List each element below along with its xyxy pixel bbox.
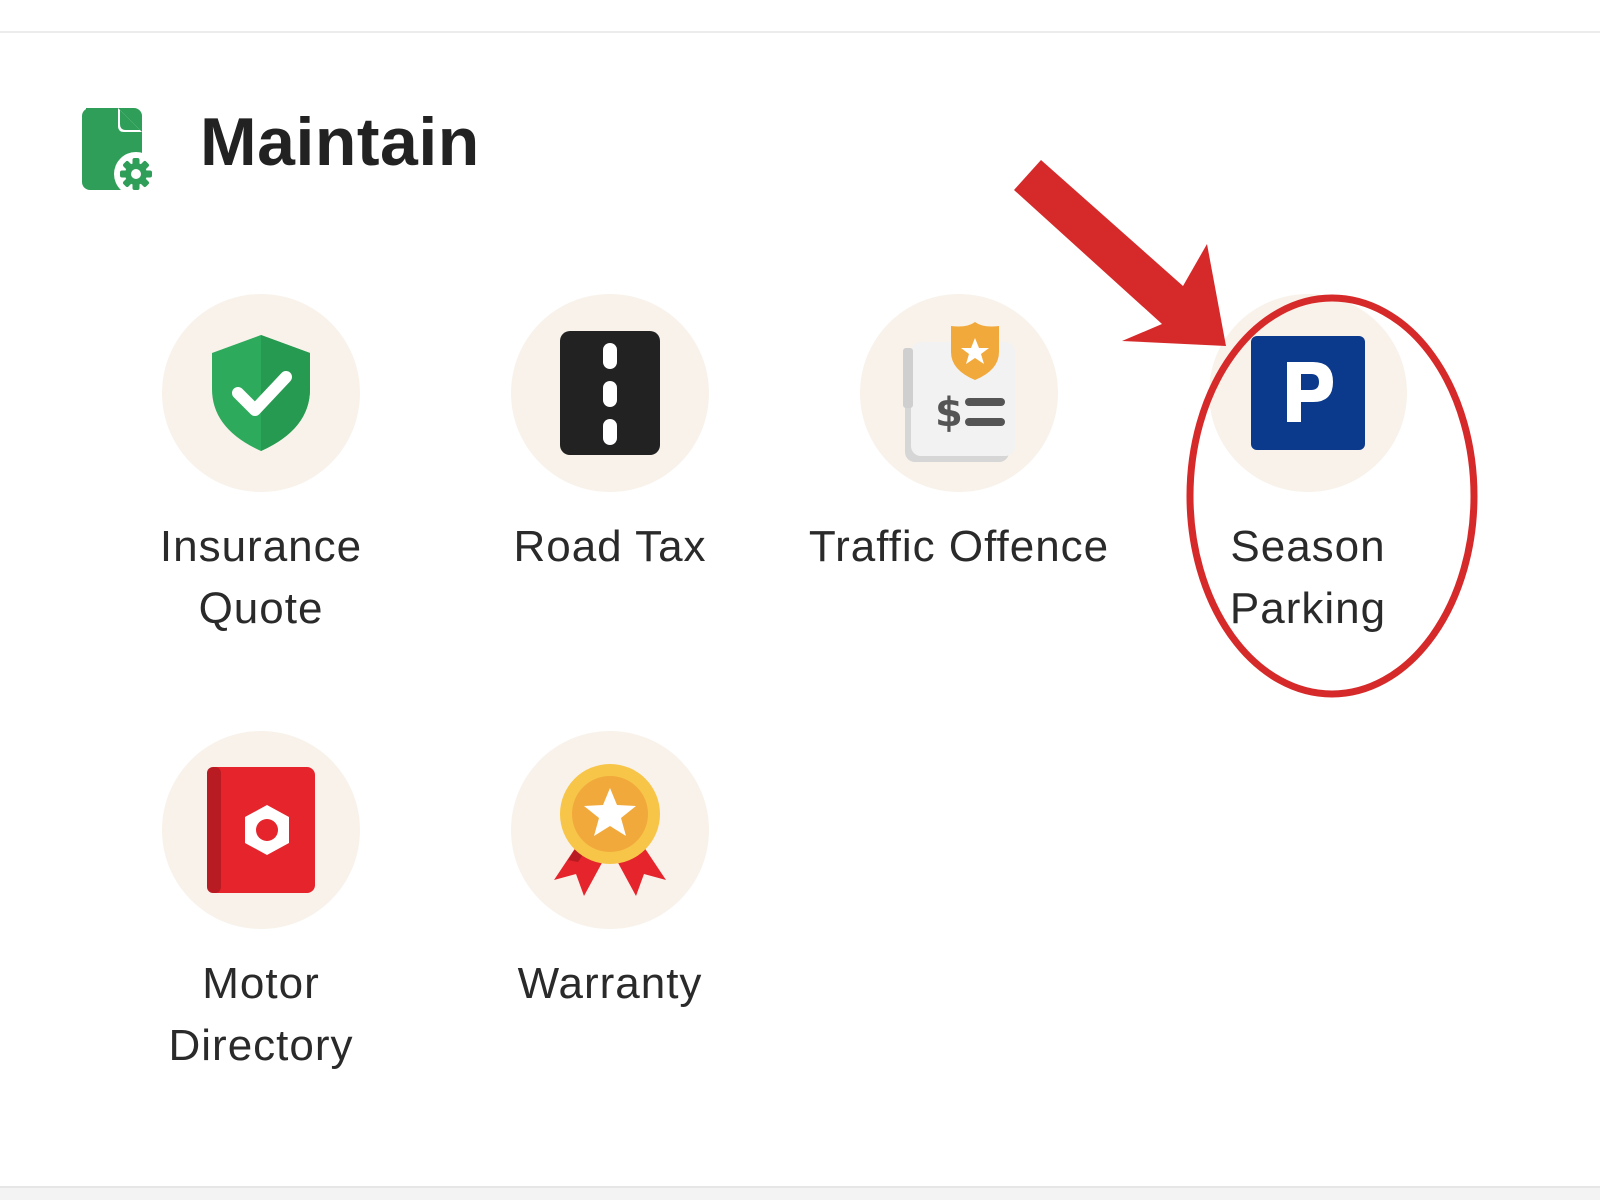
section-title: Maintain (200, 104, 480, 180)
bottom-divider (0, 1186, 1600, 1200)
shield-check-icon (191, 323, 331, 463)
tile-motor-directory[interactable]: Motor Directory (96, 731, 426, 1091)
tile-label: Road Tax (445, 516, 775, 578)
tile-label-line1: Traffic Offence (808, 522, 1110, 571)
tile-warranty[interactable]: Warranty (445, 731, 775, 1091)
tile-label-line1: Season (1230, 522, 1386, 571)
parking-icon (1238, 323, 1378, 463)
tile-insurance-quote[interactable]: Insurance Quote (96, 294, 426, 654)
tile-label: Traffic Offence (794, 516, 1124, 578)
traffic-ticket-icon: $ (889, 322, 1029, 463)
tile-label: Warranty (445, 953, 775, 1015)
tile-label-line1: Warranty (517, 959, 703, 1008)
tile-label-line2: Quote (198, 584, 324, 633)
tile-label-line1: Insurance (159, 522, 363, 571)
tile-label: Insurance Quote (96, 516, 426, 640)
section-header (80, 104, 160, 196)
svg-text:$: $ (935, 390, 963, 436)
directory-book-icon (191, 760, 331, 900)
tile-traffic-offence[interactable]: $ Traffic Offence (794, 294, 1124, 654)
document-gear-icon (80, 106, 160, 196)
tile-road-tax[interactable]: Road Tax (445, 294, 775, 654)
tile-label: Season Parking (1143, 516, 1473, 640)
tile-label: Motor Directory (96, 953, 426, 1077)
tile-label-line2: Directory (168, 1021, 354, 1070)
tile-season-parking[interactable]: Season Parking (1143, 294, 1473, 654)
tile-label-line1: Road Tax (513, 522, 707, 571)
road-icon (540, 323, 680, 463)
maintain-page: Maintain Insurance Quote Road Tax $ Traf… (0, 0, 1600, 1200)
tile-label-line2: Parking (1229, 584, 1387, 633)
top-divider (0, 31, 1600, 33)
tile-label-line1: Motor (202, 959, 320, 1008)
medal-ribbon-icon (540, 760, 680, 900)
